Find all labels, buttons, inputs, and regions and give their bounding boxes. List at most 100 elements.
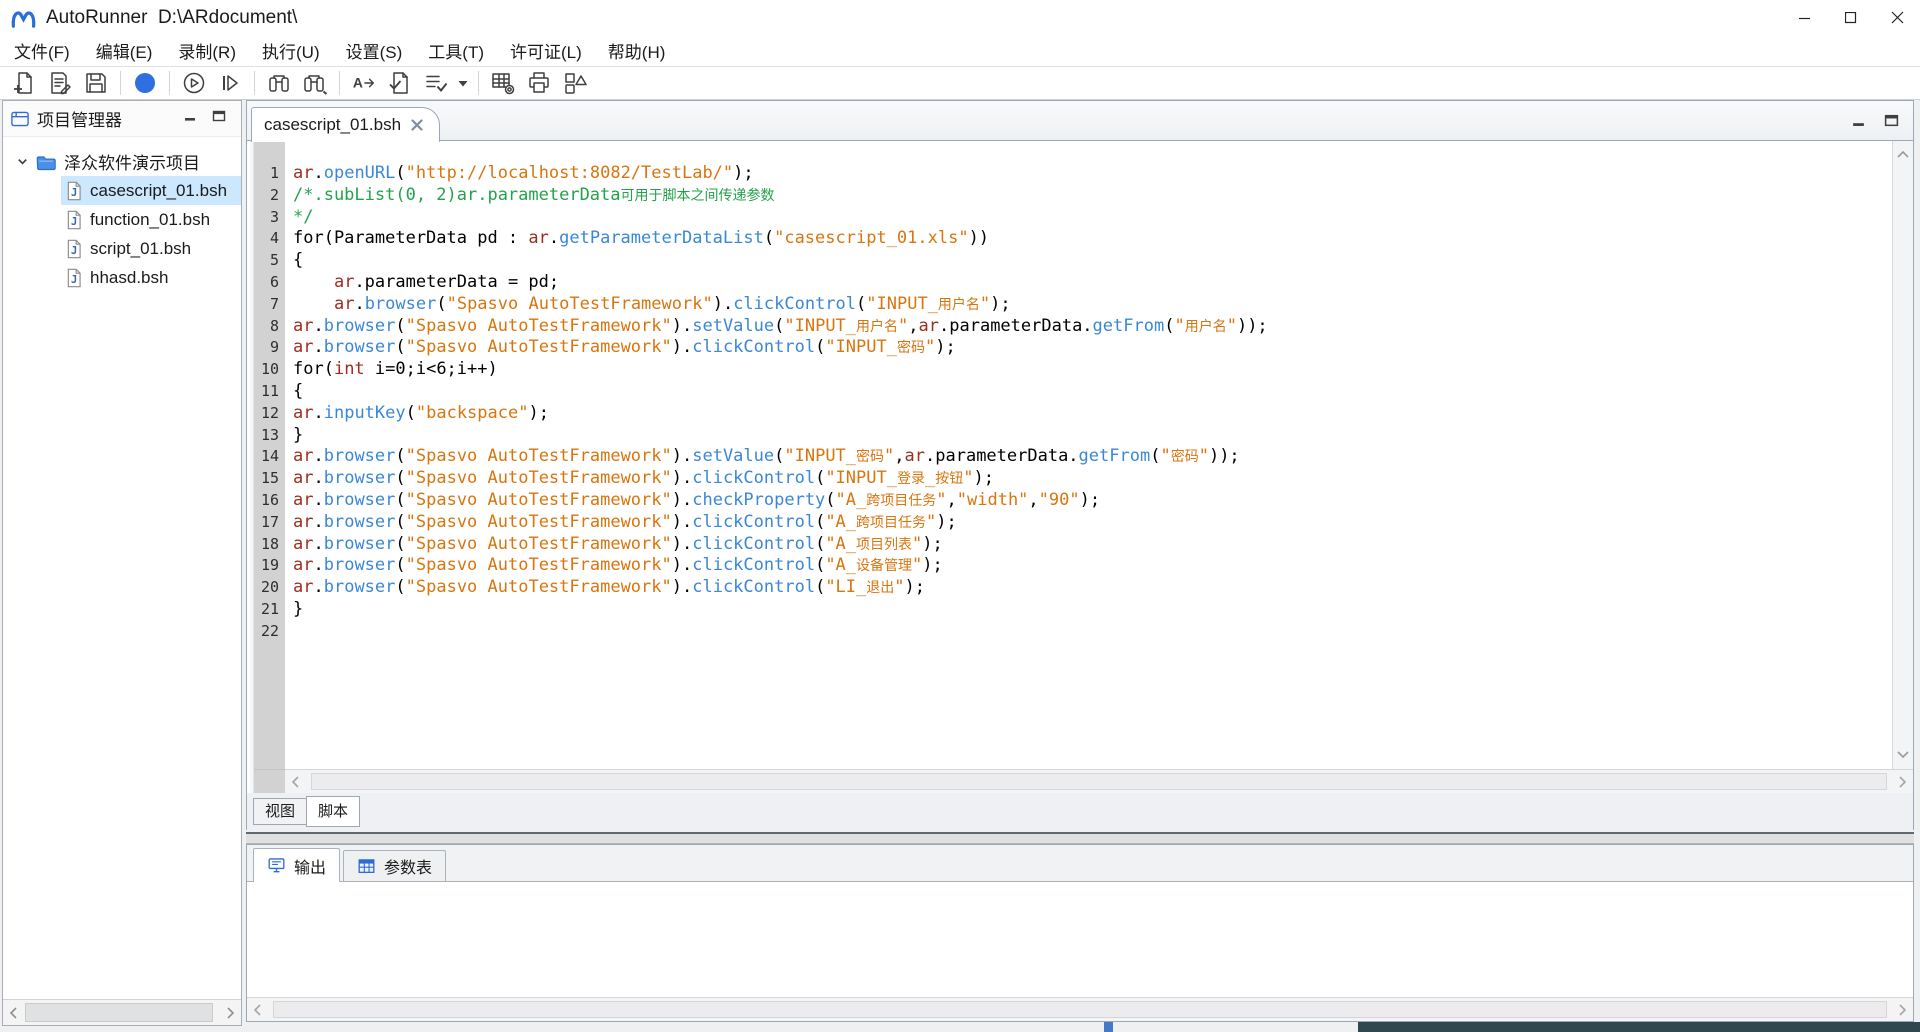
run-icon[interactable] <box>181 70 207 96</box>
code-line[interactable] <box>293 621 1891 643</box>
code-line[interactable]: ar.inputKey("backspace"); <box>293 403 1891 425</box>
window-maximize-button[interactable] <box>1828 0 1874 35</box>
minimize-panel-button[interactable] <box>183 109 197 128</box>
new-script-icon[interactable] <box>11 70 37 96</box>
scroll-thumb[interactable] <box>25 1003 213 1022</box>
menu-item-7[interactable]: 许可证(L) <box>500 38 592 63</box>
tab-parameter-table[interactable]: 参数表 <box>343 850 446 881</box>
output-hscrollbar[interactable] <box>247 997 1913 1021</box>
scroll-thumb[interactable] <box>273 1001 1887 1018</box>
line-number: 14 <box>254 446 285 468</box>
code-line[interactable]: ar.browser("Spasvo AutoTestFramework").c… <box>293 534 1891 556</box>
code-text[interactable]: ar.openURL("http://localhost:8082/TestLa… <box>285 141 1891 769</box>
tree-root-label: 泽众软件演示项目 <box>64 149 200 174</box>
window-title: AutoRunner D:\ARdocument\ <box>46 7 297 29</box>
find-next-icon[interactable] <box>302 70 328 96</box>
minimize-editor-button[interactable] <box>1851 113 1866 133</box>
code-line[interactable]: ar.parameterData = pd; <box>293 272 1891 294</box>
objects-icon[interactable] <box>562 70 588 96</box>
menu-item-5[interactable]: 设置(S) <box>336 38 413 63</box>
code-line[interactable]: ar.openURL("http://localhost:8082/TestLa… <box>293 163 1891 185</box>
dropdown-caret-icon[interactable] <box>456 70 470 96</box>
code-line[interactable]: ar.browser("Spasvo AutoTestFramework").s… <box>293 316 1891 338</box>
menu-item-4[interactable]: 执行(U) <box>252 38 330 63</box>
tree-file-item[interactable]: Jscript_01.bsh <box>3 234 241 263</box>
scroll-right-icon[interactable] <box>1898 1004 1907 1016</box>
tab-script[interactable]: 脚本 <box>306 796 360 827</box>
editor-vscrollbar[interactable] <box>1892 141 1913 769</box>
editor-tab-bar: casescript_01.bsh <box>247 101 1913 141</box>
code-line[interactable]: for(ParameterData pd : ar.getParameterDa… <box>293 228 1891 250</box>
record-icon[interactable] <box>132 70 158 96</box>
code-line[interactable]: ar.browser("Spasvo AutoTestFramework").c… <box>293 468 1891 490</box>
caption-buttons <box>1782 0 1920 35</box>
panel-splitter[interactable] <box>246 832 1914 844</box>
code-line[interactable]: */ <box>293 207 1891 229</box>
scroll-left-icon[interactable] <box>9 1007 18 1019</box>
code-line[interactable]: ar.browser("Spasvo AutoTestFramework").c… <box>293 512 1891 534</box>
code-line[interactable]: /*.subList(0, 2)ar.parameterData可用于脚本之间传… <box>293 185 1891 207</box>
window-close-button[interactable] <box>1874 0 1920 35</box>
code-line[interactable]: ar.browser("Spasvo AutoTestFramework").s… <box>293 446 1891 468</box>
tree-root-item[interactable]: 泽众软件演示项目 <box>3 147 241 176</box>
maximize-editor-button[interactable] <box>1884 113 1899 133</box>
rename-icon[interactable]: A <box>351 70 377 96</box>
project-manager-icon <box>10 109 30 129</box>
code-line[interactable]: } <box>293 425 1891 447</box>
tab-view[interactable]: 视图 <box>253 798 307 825</box>
output-panel-tab-bar: 输出 参数表 <box>247 845 1913 882</box>
find-icon[interactable] <box>266 70 292 96</box>
script-file-icon: J <box>65 181 83 201</box>
scroll-right-icon[interactable] <box>226 1007 235 1019</box>
print-icon[interactable] <box>526 70 552 96</box>
tree-file-item[interactable]: Jfunction_01.bsh <box>3 205 241 234</box>
code-line[interactable]: ar.browser("Spasvo AutoTestFramework").c… <box>293 294 1891 316</box>
tree-expander-icon[interactable] <box>15 154 30 169</box>
code-line[interactable]: } <box>293 599 1891 621</box>
code-line[interactable]: { <box>293 381 1891 403</box>
toolbar: A <box>0 66 1920 100</box>
table-settings-icon[interactable] <box>490 70 516 96</box>
file-name-label: hhasd.bsh <box>90 268 168 288</box>
scroll-right-icon[interactable] <box>1898 776 1907 788</box>
scroll-thumb[interactable] <box>311 773 1887 790</box>
project-manager-panel: 项目管理器 泽众软件演示项目Jcasescript_01.bshJfunctio… <box>2 100 242 1026</box>
code-line[interactable]: ar.browser("Spasvo AutoTestFramework").c… <box>293 555 1891 577</box>
code-line[interactable]: for(int i=0;i<6;i++) <box>293 359 1891 381</box>
menu-item-8[interactable]: 帮助(H) <box>598 38 676 63</box>
code-line[interactable]: ar.browser("Spasvo AutoTestFramework").c… <box>293 490 1891 512</box>
editor-tab-casescript[interactable]: casescript_01.bsh <box>251 107 440 142</box>
scroll-left-icon[interactable] <box>253 1004 262 1016</box>
menu-item-2[interactable]: 编辑(E) <box>86 38 163 63</box>
code-editor[interactable]: 12345678910111213141516171819202122 ar.o… <box>247 141 1913 769</box>
line-number: 15 <box>254 468 285 490</box>
code-line[interactable]: { <box>293 250 1891 272</box>
project-tree-hscrollbar[interactable] <box>3 999 241 1025</box>
scroll-left-icon[interactable] <box>291 776 300 788</box>
edit-script-icon[interactable] <box>47 70 73 96</box>
menu-item-3[interactable]: 录制(R) <box>168 38 246 63</box>
code-line[interactable]: ar.browser("Spasvo AutoTestFramework").c… <box>293 337 1891 359</box>
tree-file-item[interactable]: Jhhasd.bsh <box>3 263 241 292</box>
tab-output[interactable]: 输出 <box>253 848 340 882</box>
tab-close-icon[interactable] <box>411 119 423 131</box>
script-file-icon: J <box>65 239 83 259</box>
menu-item-6[interactable]: 工具(T) <box>418 38 494 63</box>
line-number: 1 <box>254 163 285 185</box>
save-icon[interactable] <box>83 70 109 96</box>
output-icon <box>267 856 286 875</box>
check-script-icon[interactable] <box>387 70 413 96</box>
tree-file-item[interactable]: Jcasescript_01.bsh <box>3 176 241 205</box>
code-line[interactable]: ar.browser("Spasvo AutoTestFramework").c… <box>293 577 1891 599</box>
scroll-up-icon[interactable] <box>1897 146 1909 164</box>
window-minimize-button[interactable] <box>1782 0 1828 35</box>
menu-item-1[interactable]: 文件(F) <box>4 38 80 63</box>
scroll-down-icon[interactable] <box>1897 746 1909 764</box>
step-icon[interactable] <box>217 70 243 96</box>
checklist-icon[interactable] <box>423 70 449 96</box>
line-number-gutter: 12345678910111213141516171819202122 <box>254 141 285 769</box>
editor-hscrollbar[interactable] <box>285 769 1913 793</box>
maximize-panel-button[interactable] <box>212 109 226 128</box>
script-file-icon: J <box>65 268 83 288</box>
line-number: 13 <box>254 425 285 447</box>
